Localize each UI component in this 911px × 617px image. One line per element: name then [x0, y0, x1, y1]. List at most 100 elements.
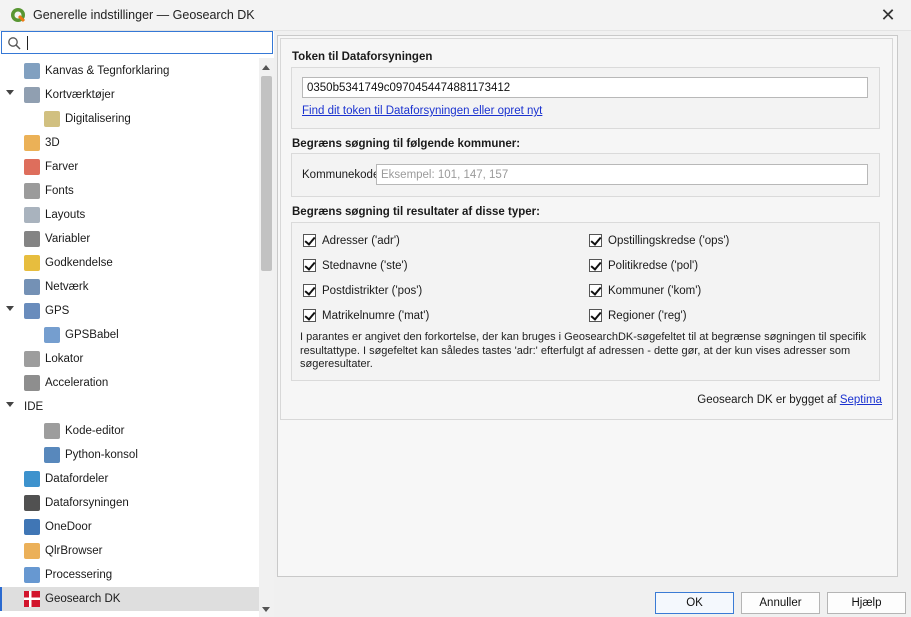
settings-search[interactable] — [1, 31, 273, 54]
geosearch-settings-panel: Token til Dataforsyningen Find dit token… — [277, 35, 898, 577]
acceleration-icon — [24, 375, 40, 391]
sidebar-item-lokator[interactable]: Lokator — [0, 347, 259, 371]
datafordeler-icon — [24, 471, 40, 487]
checkbox-label: Postdistrikter ('pos') — [322, 284, 423, 297]
sidebar-item-label: Lokator — [45, 353, 84, 365]
kommunekoder-input[interactable] — [376, 164, 868, 185]
checkbox-label: Adresser ('adr') — [322, 234, 400, 247]
token-input[interactable] — [302, 77, 868, 98]
search-input[interactable] — [27, 35, 272, 50]
sidebar-item-variabler[interactable]: Variabler — [0, 227, 259, 251]
checkbox[interactable] — [589, 284, 602, 297]
scroll-up-icon[interactable] — [262, 65, 270, 70]
checkbox-label: Opstillingskredse ('ops') — [608, 234, 730, 247]
sidebar-item-fonts[interactable]: Fonts — [0, 179, 259, 203]
python-icon — [44, 447, 60, 463]
sidebar-item-layouts[interactable]: Layouts — [0, 203, 259, 227]
checkbox-label: Matrikelnumre ('mat') — [322, 309, 430, 322]
onedoor-icon — [24, 519, 40, 535]
qgis-logo-icon — [11, 8, 26, 23]
cancel-button[interactable]: Annuller — [741, 592, 820, 614]
sidebar-item-label: 3D — [45, 137, 60, 149]
type-checkbox-left-2[interactable]: Postdistrikter ('pos') — [303, 284, 422, 297]
sidebar-item-label: Layouts — [45, 209, 86, 221]
sidebar-item-dataforsyningen[interactable]: Dataforsyningen — [0, 491, 259, 515]
settings-frame: Token til Dataforsyningen Find dit token… — [280, 38, 893, 420]
sidebar-item-label: Kortværktøjer — [45, 89, 115, 101]
sidebar-item-label: Processering — [45, 569, 113, 581]
expand-arrow-icon[interactable] — [6, 402, 14, 407]
type-checkbox-right-1[interactable]: Politikredse ('pol') — [589, 259, 698, 272]
sidebar-item-farver[interactable]: Farver — [0, 155, 259, 179]
sidebar-item-processering[interactable]: Processering — [0, 563, 259, 587]
sidebar-item-acceleration[interactable]: Acceleration — [0, 371, 259, 395]
footer-text: Geosearch DK er bygget af — [697, 394, 840, 406]
title-bar: Generelle indstillinger — Geosearch DK ✕ — [0, 0, 911, 31]
sidebar-item-godkendelse[interactable]: Godkendelse — [0, 251, 259, 275]
sidebar-item-geosearch-dk[interactable]: Geosearch DK — [0, 587, 259, 611]
sidebar-item-qlrbrowser[interactable]: QlrBrowser — [0, 539, 259, 563]
checkbox[interactable] — [303, 234, 316, 247]
checkbox[interactable] — [303, 259, 316, 272]
checkbox[interactable] — [589, 309, 602, 322]
sidebar-item-ide[interactable]: IDE — [0, 395, 259, 419]
expand-arrow-icon[interactable] — [6, 306, 14, 311]
window-title: Generelle indstillinger — Geosearch DK — [33, 8, 255, 22]
checkbox[interactable] — [303, 309, 316, 322]
gpsbabel-icon — [44, 327, 60, 343]
checkbox[interactable] — [589, 259, 602, 272]
checkbox[interactable] — [589, 234, 602, 247]
sidebar-item-label: Datafordeler — [45, 473, 109, 485]
sidebar-item-digitalisering[interactable]: Digitalisering — [0, 107, 259, 131]
sidebar-item-label: Kanvas & Tegnforklaring — [45, 65, 170, 77]
sidebar-item-3d[interactable]: 3D — [0, 131, 259, 155]
sidebar-item-label: Geosearch DK — [45, 593, 121, 605]
close-button[interactable]: ✕ — [865, 0, 911, 31]
expand-arrow-icon[interactable] — [6, 90, 14, 95]
sidebar-scrollbar[interactable] — [259, 58, 274, 617]
danish-flag-icon — [24, 591, 40, 607]
type-checkbox-left-1[interactable]: Stednavne ('ste') — [303, 259, 408, 272]
checkbox-label: Regioner ('reg') — [608, 309, 687, 322]
types-note: I parantes er angivet den forkortelse, d… — [300, 331, 867, 370]
sidebar-item-datafordeler[interactable]: Datafordeler — [0, 467, 259, 491]
sidebar-item-label: IDE — [24, 401, 44, 413]
type-checkbox-right-3[interactable]: Regioner ('reg') — [589, 309, 687, 322]
sidebar-item-onedoor[interactable]: OneDoor — [0, 515, 259, 539]
type-checkbox-left-3[interactable]: Matrikelnumre ('mat') — [303, 309, 429, 322]
sidebar-item-label: OneDoor — [45, 521, 92, 533]
sidebar-item-label: GPSBabel — [65, 329, 119, 341]
type-checkbox-left-0[interactable]: Adresser ('adr') — [303, 234, 400, 247]
sidebar-item-kortværktøjer[interactable]: Kortværktøjer — [0, 83, 259, 107]
types-section-title: Begræns søgning til resultater af disse … — [292, 206, 540, 218]
sidebar-item-label: Python-konsol — [65, 449, 138, 461]
sidebar-item-python-konsol[interactable]: Python-konsol — [0, 443, 259, 467]
septima-link[interactable]: Septima — [840, 394, 882, 406]
sidebar-item-kanvas-tegnforklaring[interactable]: Kanvas & Tegnforklaring — [0, 59, 259, 83]
token-link[interactable]: Find dit token til Dataforsyningen eller… — [302, 105, 542, 117]
type-checkbox-right-0[interactable]: Opstillingskredse ('ops') — [589, 234, 729, 247]
variables-icon — [24, 231, 40, 247]
code-editor-icon — [44, 423, 60, 439]
close-icon: ✕ — [880, 5, 896, 25]
sidebar-item-kode-editor[interactable]: Kode-editor — [0, 419, 259, 443]
sidebar-item-label: Digitalisering — [65, 113, 131, 125]
network-icon — [24, 279, 40, 295]
help-button[interactable]: Hjælp — [827, 592, 906, 614]
sidebar-item-netværk[interactable]: Netværk — [0, 275, 259, 299]
digitizing-icon — [44, 111, 60, 127]
ok-button[interactable]: OK — [655, 592, 734, 614]
map-tools-icon — [24, 87, 40, 103]
sidebar-item-label: Dataforsyningen — [45, 497, 129, 509]
sidebar-item-label: Variabler — [45, 233, 91, 245]
type-checkbox-right-2[interactable]: Kommuner ('kom') — [589, 284, 701, 297]
checkbox[interactable] — [303, 284, 316, 297]
sidebar-item-label: Fonts — [45, 185, 74, 197]
sidebar-item-gps[interactable]: GPS — [0, 299, 259, 323]
sidebar-item-label: GPS — [45, 305, 70, 317]
processing-icon — [24, 567, 40, 583]
scroll-down-icon[interactable] — [262, 607, 270, 612]
scrollbar-thumb[interactable] — [261, 76, 272, 271]
sidebar-item-label: Acceleration — [45, 377, 109, 389]
sidebar-item-gpsbabel[interactable]: GPSBabel — [0, 323, 259, 347]
